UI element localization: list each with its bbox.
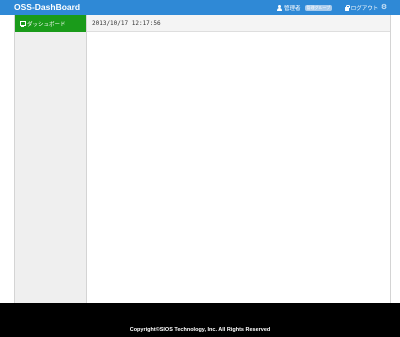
user-icon	[276, 4, 282, 11]
monitor-icon	[20, 21, 26, 27]
sidebar: ダッシュボード	[14, 15, 87, 303]
main-content: 2013/10/17 12:17:56	[87, 15, 391, 303]
app-title[interactable]: OSS-DashBoard	[14, 2, 80, 12]
sidebar-item-label: ダッシュボード	[27, 21, 66, 28]
copyright-text: Copyright©SIOS Technology, Inc. All Righ…	[129, 327, 271, 333]
datetime-bar: 2013/10/17 12:17:56	[87, 15, 390, 32]
logout-link[interactable]: ログアウト	[345, 4, 378, 12]
user-menu[interactable]: 管理者 管理グループ	[276, 4, 333, 12]
navbar-right-group: 管理者 管理グループ ログアウト	[276, 2, 378, 13]
footer: Copyright©SIOS Technology, Inc. All Righ…	[0, 303, 400, 337]
gear-icon[interactable]: ⚙	[380, 2, 388, 13]
user-name: 管理者	[284, 5, 301, 12]
user-group-badge: 管理グループ	[304, 4, 333, 11]
current-datetime: 2013/10/17 12:17:56	[92, 19, 161, 27]
top-navbar: OSS-DashBoard 管理者 管理グループ ログアウト ⚙	[0, 0, 400, 15]
logout-label: ログアウト	[350, 5, 379, 12]
sidebar-item-dashboard[interactable]: ダッシュボード	[15, 15, 86, 32]
lock-icon	[345, 4, 350, 11]
